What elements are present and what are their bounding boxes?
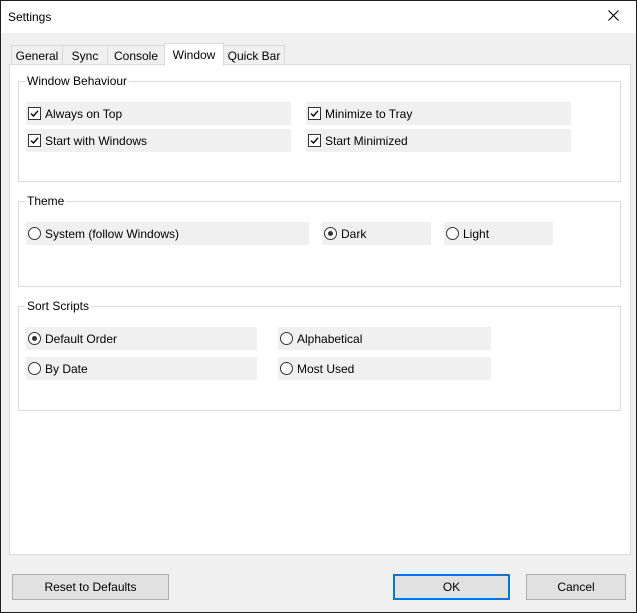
sort-scripts-title: Sort Scripts [25, 299, 92, 313]
sort-alphabetical-label: Alphabetical [297, 331, 363, 346]
tab-console[interactable]: Console [107, 45, 165, 65]
always-on-top-label: Always on Top [45, 106, 123, 121]
window-behaviour-title: Window Behaviour [25, 74, 130, 88]
sort-default-order-radio[interactable]: Default Order [26, 327, 257, 350]
sort-scripts-group: Sort Scripts Default Order Alphabetical … [18, 299, 621, 411]
checkmark-icon [30, 110, 39, 118]
radio-circle [280, 332, 293, 345]
checkbox-box [28, 134, 41, 147]
checkmark-icon [310, 110, 319, 118]
radio-circle [324, 227, 337, 240]
theme-system-radio[interactable]: System (follow Windows) [26, 222, 309, 245]
radio-circle [28, 332, 41, 345]
close-icon [607, 10, 619, 24]
sort-alphabetical-radio[interactable]: Alphabetical [278, 327, 491, 350]
theme-dark-radio[interactable]: Dark [322, 222, 431, 245]
theme-dark-label: Dark [341, 226, 367, 241]
checkbox-box [28, 107, 41, 120]
always-on-top-checkbox[interactable]: Always on Top [26, 102, 291, 125]
ok-button[interactable]: OK [393, 574, 510, 600]
theme-group: Theme System (follow Windows) Dark Light [18, 194, 621, 287]
window-behaviour-group: Window Behaviour Always on Top Minimize … [18, 74, 621, 182]
start-with-windows-checkbox[interactable]: Start with Windows [26, 129, 291, 152]
minimize-to-tray-label: Minimize to Tray [325, 106, 413, 121]
checkbox-box [308, 134, 321, 147]
sort-most-used-radio[interactable]: Most Used [278, 357, 491, 380]
reset-to-defaults-button[interactable]: Reset to Defaults [12, 574, 169, 600]
sort-most-used-label: Most Used [297, 361, 355, 376]
checkmark-icon [310, 137, 319, 145]
minimize-to-tray-checkbox[interactable]: Minimize to Tray [306, 102, 571, 125]
tab-window[interactable]: Window [164, 43, 224, 66]
tab-quick-bar[interactable]: Quick Bar [223, 45, 285, 65]
title-bar: Settings [1, 1, 636, 33]
start-minimized-label: Start Minimized [325, 133, 408, 148]
sort-by-date-label: By Date [45, 361, 88, 376]
settings-dialog: Settings General Sync Console Window Qui… [0, 0, 637, 613]
window-title: Settings [8, 10, 52, 24]
checkmark-icon [30, 137, 39, 145]
radio-circle [446, 227, 459, 240]
theme-light-label: Light [463, 226, 490, 241]
theme-system-label: System (follow Windows) [45, 226, 180, 241]
tab-sync[interactable]: Sync [62, 45, 108, 65]
radio-circle [280, 362, 293, 375]
radio-circle [28, 227, 41, 240]
cancel-button[interactable]: Cancel [526, 574, 626, 600]
radio-circle [28, 362, 41, 375]
tab-general[interactable]: General [11, 45, 63, 65]
tab-panel-window: Window Behaviour Always on Top Minimize … [9, 64, 631, 555]
sort-by-date-radio[interactable]: By Date [26, 357, 257, 380]
start-minimized-checkbox[interactable]: Start Minimized [306, 129, 571, 152]
start-with-windows-label: Start with Windows [45, 133, 148, 148]
close-button[interactable] [590, 1, 636, 33]
theme-light-radio[interactable]: Light [444, 222, 553, 245]
theme-title: Theme [25, 194, 67, 208]
sort-default-order-label: Default Order [45, 331, 118, 346]
checkbox-box [308, 107, 321, 120]
